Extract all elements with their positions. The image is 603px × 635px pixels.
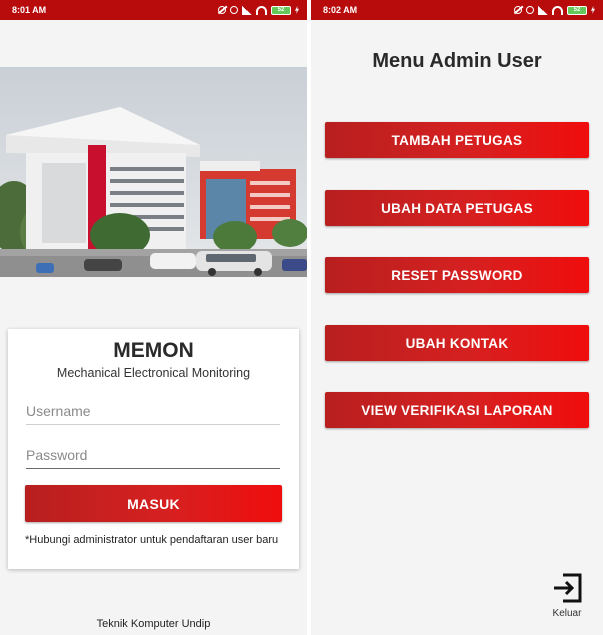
- status-icons: 52: [514, 5, 595, 15]
- battery-icon: 52: [271, 5, 291, 15]
- wifi-icon: [256, 5, 267, 15]
- charging-icon: [591, 6, 595, 14]
- ubah-data-petugas-button[interactable]: UBAH DATA PETUGAS: [325, 190, 589, 226]
- mute-icon: [514, 6, 522, 14]
- footer-text: Teknik Komputer Undip: [96, 618, 211, 630]
- status-bar: 8:01 AM 52: [0, 0, 307, 20]
- status-bar: 8:02 AM 52: [311, 0, 603, 20]
- exit-icon: [554, 573, 582, 603]
- password-input[interactable]: [26, 443, 280, 469]
- view-verifikasi-laporan-button[interactable]: VIEW VERIFIKASI LAPORAN: [325, 392, 589, 428]
- status-time: 8:02 AM: [323, 5, 358, 15]
- app-subtitle: Mechanical Electronical Monitoring: [56, 366, 251, 380]
- logout-label: Keluar: [552, 608, 582, 619]
- battery-icon: 52: [567, 5, 587, 15]
- login-button[interactable]: MASUK: [25, 485, 282, 522]
- screens-container: 8:01 AM 52 MEMON Mechanical Electronical…: [0, 0, 603, 635]
- mute-icon: [218, 6, 226, 14]
- charging-icon: [295, 6, 299, 14]
- login-card: MEMON Mechanical Electronical Monitoring…: [8, 329, 299, 569]
- alarm-icon: [230, 6, 238, 14]
- status-time: 8:01 AM: [12, 5, 47, 15]
- wifi-icon: [552, 5, 563, 15]
- admin-menu-screen: 8:02 AM 52 Menu Admin User TAMBAH PETUGA…: [311, 0, 603, 635]
- logout-button[interactable]: Keluar: [547, 572, 587, 619]
- menu-title: Menu Admin User: [372, 50, 542, 72]
- register-note: *Hubungi administrator untuk pendaftaran…: [25, 534, 279, 546]
- signal-icon: [538, 5, 548, 15]
- signal-icon: [242, 5, 252, 15]
- ubah-kontak-button[interactable]: UBAH KONTAK: [325, 325, 589, 361]
- login-screen: 8:01 AM 52 MEMON Mechanical Electronical…: [0, 0, 307, 635]
- tambah-petugas-button[interactable]: TAMBAH PETUGAS: [325, 122, 589, 158]
- status-icons: 52: [218, 5, 299, 15]
- alarm-icon: [526, 6, 534, 14]
- username-input[interactable]: [26, 399, 280, 425]
- building-photo: [0, 67, 307, 277]
- reset-password-button[interactable]: RESET PASSWORD: [325, 257, 589, 293]
- app-title: MEMON: [113, 339, 194, 362]
